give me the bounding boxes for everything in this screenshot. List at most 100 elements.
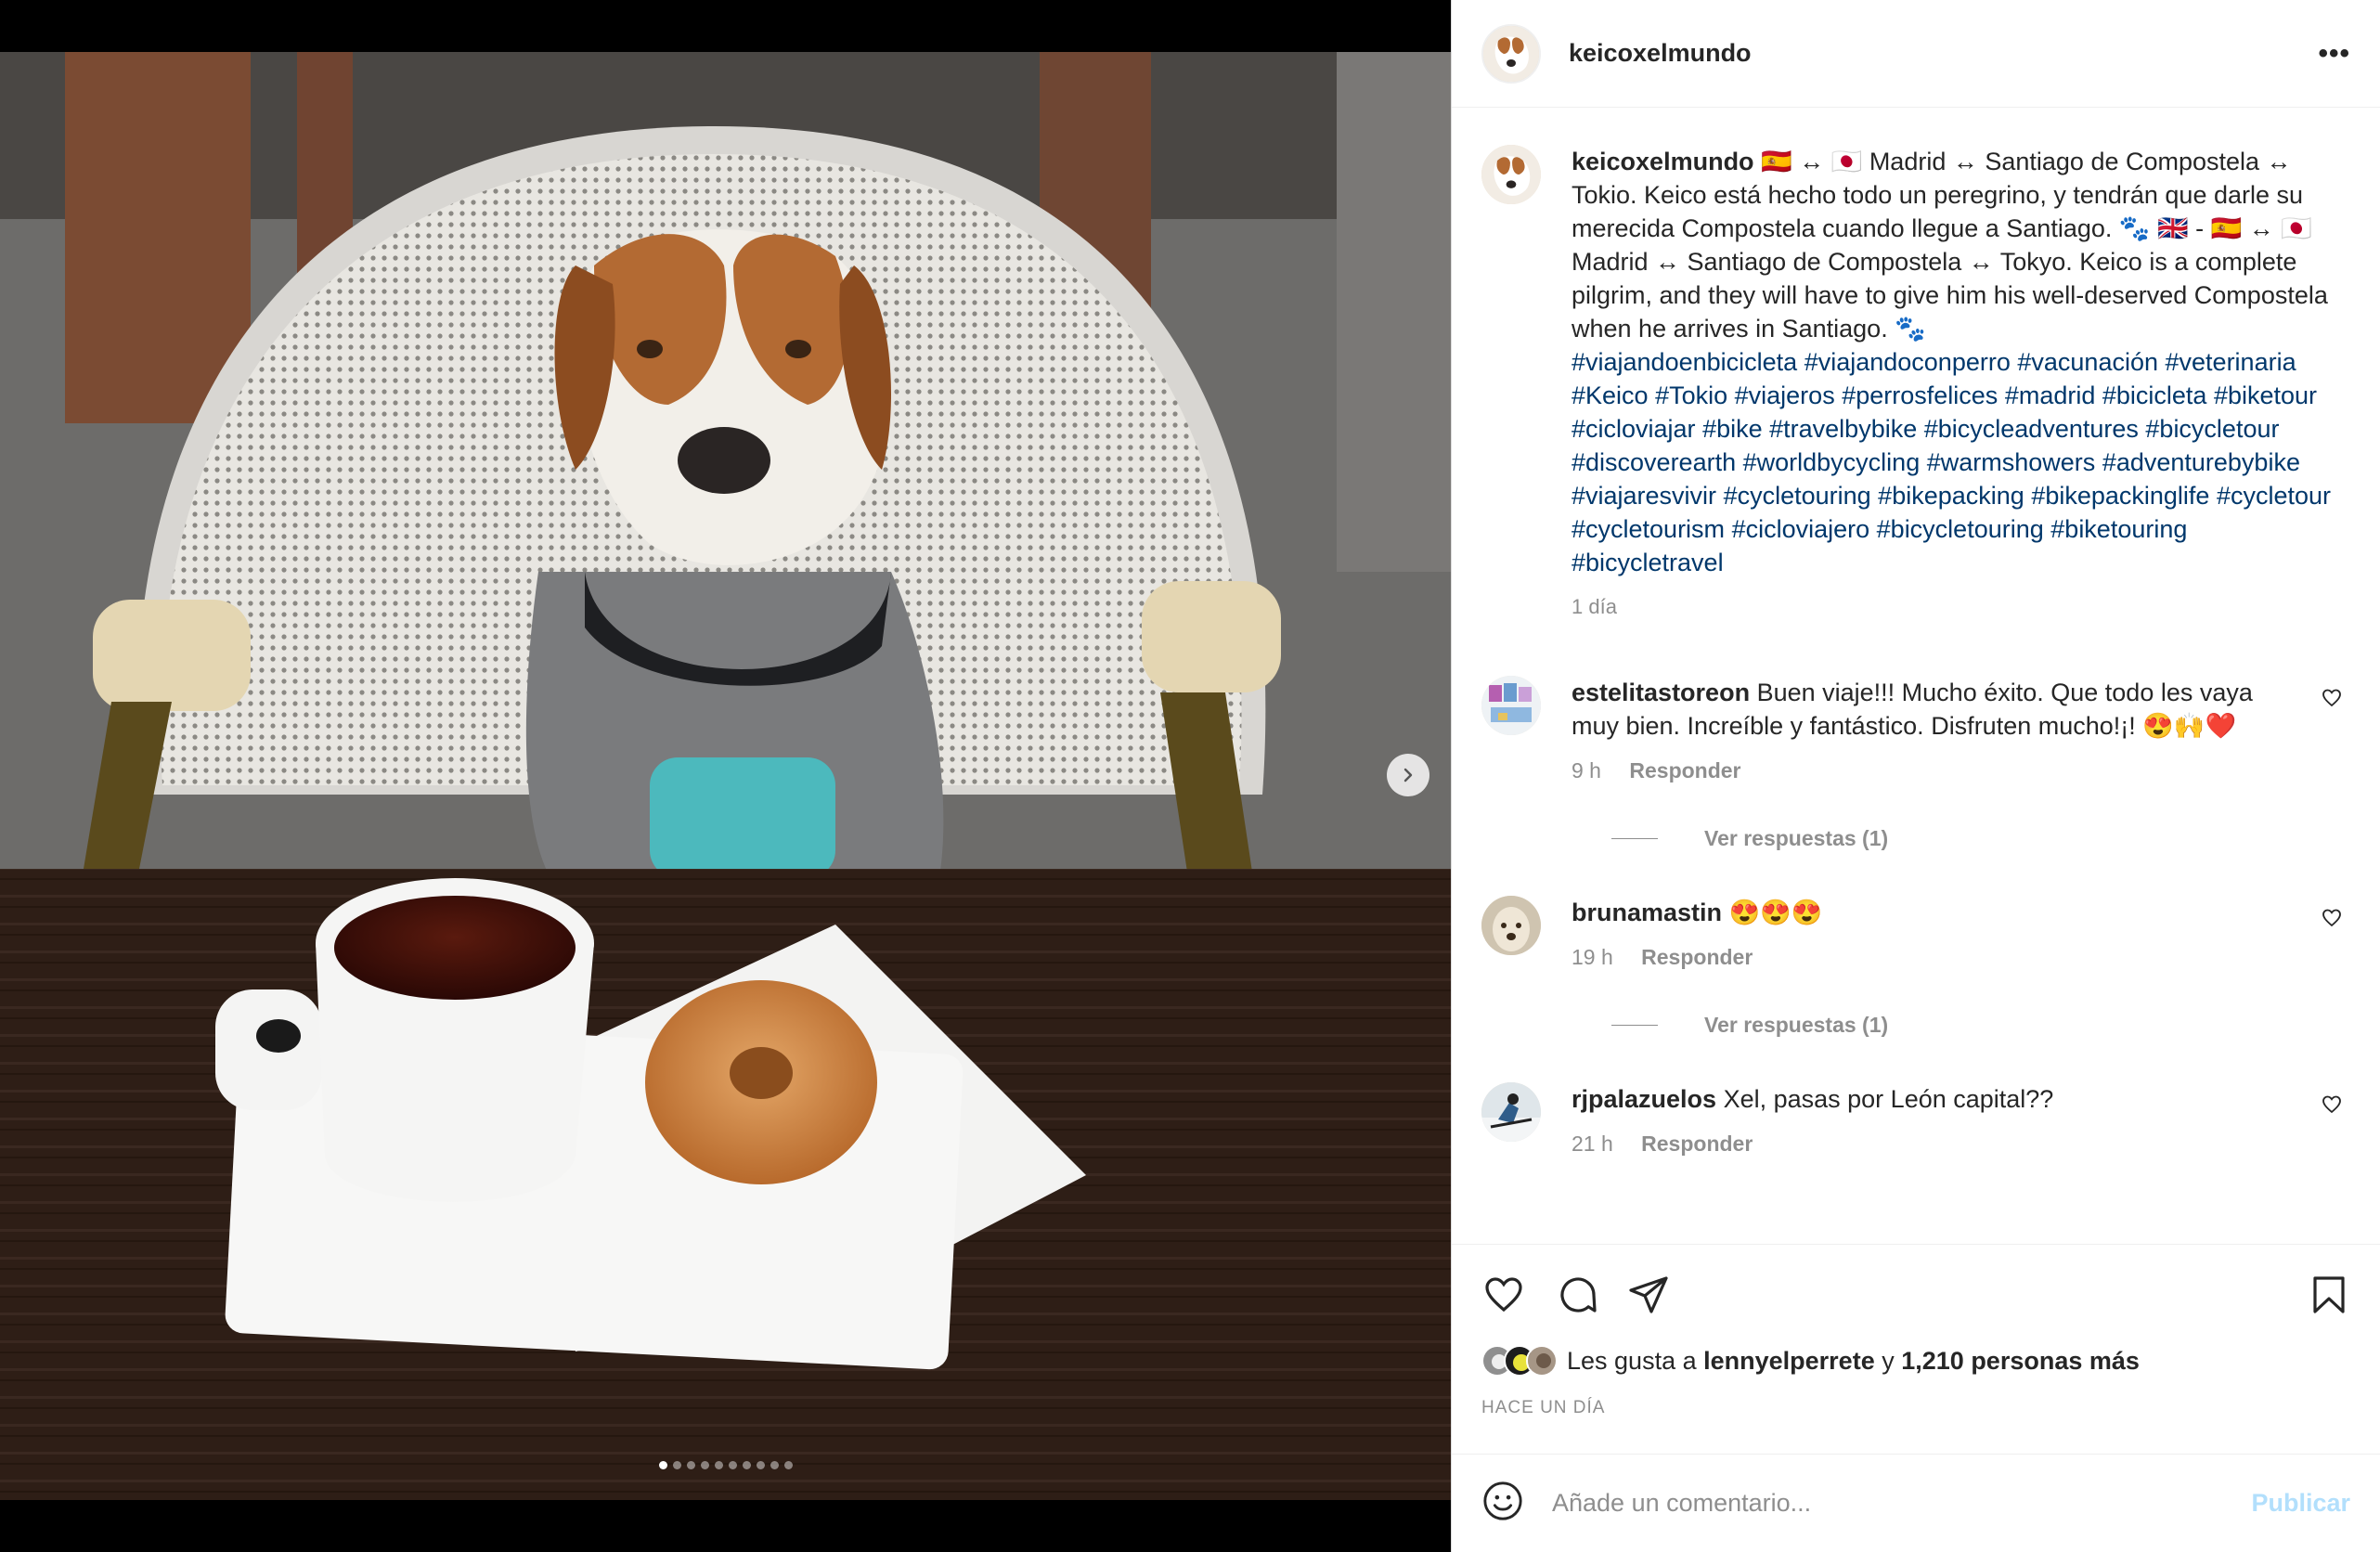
hashtag-link[interactable]: #cycletour (2217, 482, 2331, 510)
view-replies-label: Ver respuestas (1) (1704, 1013, 1889, 1037)
commenter-avatar[interactable] (1481, 896, 1541, 955)
liker-username[interactable]: lennyelperrete (1703, 1347, 1875, 1375)
hashtag-link[interactable]: #worldbycycling (1743, 448, 1921, 476)
reply-button[interactable]: Responder (1641, 1132, 1753, 1156)
share-button[interactable] (1626, 1273, 1671, 1322)
hashtag-link[interactable]: #Tokio (1655, 382, 1727, 409)
dog-avatar-image (1483, 25, 1539, 82)
carousel-indicator (0, 1461, 1451, 1469)
hashtag-link[interactable]: #madrid (2005, 382, 2096, 409)
liker-avatar (1526, 1345, 1558, 1377)
comment-button[interactable] (1556, 1273, 1600, 1322)
comment-body: rjpalazuelos Xel, pasas por León capital… (1572, 1082, 2305, 1160)
more-options-button[interactable]: ••• (2318, 39, 2350, 68)
comment-username[interactable]: estelitastoreon (1572, 679, 1750, 706)
likes-prefix: Les gusta a (1567, 1346, 1697, 1375)
author-username[interactable]: keicoxelmundo (1569, 39, 1752, 68)
comment-username[interactable]: rjpalazuelos (1572, 1085, 1716, 1113)
emoji-icon (1483, 1481, 1522, 1520)
hashtag-link[interactable]: #adventurebybike (2102, 448, 2300, 476)
hashtag-link[interactable]: #cicloviajero (1732, 515, 1870, 543)
carousel-dot (728, 1461, 737, 1469)
author-avatar[interactable] (1481, 23, 1541, 84)
publish-button[interactable]: Publicar (2251, 1489, 2350, 1518)
comment-input[interactable] (1552, 1489, 2220, 1518)
carousel-dot (658, 1461, 667, 1469)
like-button[interactable] (1481, 1273, 1526, 1322)
post-actions: Les gusta a lennyelperrete y 1,210 perso… (1452, 1244, 2380, 1454)
comment-body: estelitastoreon Buen viaje!!! Mucho éxit… (1572, 676, 2305, 787)
hashtag-link[interactable]: #bicycletouring (1877, 515, 2044, 543)
hashtag-link[interactable]: #perrosfelices (1842, 382, 1998, 409)
hashtag-link[interactable]: #cycletourism (1572, 515, 1725, 543)
hashtag-link[interactable]: #bicycletour (2145, 415, 2279, 443)
hashtag-link[interactable]: #viajaresvivir (1572, 482, 1716, 510)
hashtag-link[interactable]: #bicycleadventures (1924, 415, 2139, 443)
view-replies-button[interactable]: Ver respuestas (1) (1611, 826, 2350, 851)
emoji-button[interactable] (1481, 1480, 1524, 1527)
hashtag-link[interactable]: #cycletouring (1724, 482, 1871, 510)
carousel-dot (756, 1461, 765, 1469)
hashtag-link[interactable]: #discoverearth (1572, 448, 1736, 476)
view-replies-label: Ver respuestas (1) (1704, 826, 1889, 850)
commenter-avatar[interactable] (1481, 676, 1541, 735)
comment-meta: 19 h Responder (1572, 940, 2305, 974)
hashtag-link[interactable]: #bikepacking (1878, 482, 2024, 510)
carousel-dot (714, 1461, 723, 1469)
comment-like-button[interactable] (2321, 1093, 2343, 1120)
hashtag-link[interactable]: #biketouring (2050, 515, 2187, 543)
carousel-dot (783, 1461, 793, 1469)
save-button[interactable] (2307, 1273, 2351, 1322)
heart-icon (2322, 689, 2341, 707)
hashtag-link[interactable]: #travelbybike (1769, 415, 1917, 443)
post-header: keicoxelmundo ••• (1452, 0, 2380, 108)
hashtag-link[interactable]: #viajandoconperro (1804, 348, 2011, 376)
commenter-avatar[interactable] (1481, 1082, 1541, 1142)
likes-joiner: y (1882, 1346, 1895, 1375)
hashtag-link[interactable]: #veterinaria (2166, 348, 2296, 376)
comment-text: 😍😍😍 (1728, 899, 1823, 926)
hashtag-link[interactable]: #viajeros (1735, 382, 1835, 409)
divider-line (1611, 838, 1658, 839)
bookmark-icon (2313, 1276, 2345, 1313)
carousel-next-button[interactable] (1387, 754, 1429, 796)
comment-item: rjpalazuelos Xel, pasas por León capital… (1481, 1082, 2350, 1160)
caption-avatar[interactable] (1481, 145, 1541, 204)
view-replies-button[interactable]: Ver respuestas (1) (1611, 1013, 2350, 1038)
comment-like-button[interactable] (2321, 687, 2343, 714)
add-comment-bar: Publicar (1452, 1454, 2380, 1552)
carousel-dot (672, 1461, 681, 1469)
reply-button[interactable]: Responder (1629, 758, 1740, 782)
hashtag-link[interactable]: #viajandoenbicicleta (1572, 348, 1797, 376)
skier-avatar-image (1481, 1082, 1541, 1142)
carousel-dot (742, 1461, 751, 1469)
post-date[interactable]: HACE UN DÍA (1481, 1398, 1605, 1418)
comment-body: brunamastin 😍😍😍 19 h Responder (1572, 896, 2305, 974)
post-panel: keicoxelmundo ••• keicoxelmundo 🇪🇸 ↔ 🇯🇵 … (1451, 0, 2380, 1552)
dog-cafe-photo (0, 52, 1451, 1500)
reply-button[interactable]: Responder (1641, 945, 1753, 969)
hashtag-link[interactable]: #vacunación (2017, 348, 2158, 376)
comment-time: 9 h (1572, 758, 1601, 782)
carousel-dot (686, 1461, 695, 1469)
comment-like-button[interactable] (2321, 907, 2343, 934)
hashtag-link[interactable]: #bike (1702, 415, 1763, 443)
hashtag-link[interactable]: #warmshowers (1927, 448, 2096, 476)
comment-text: Xel, pasas por León capital?? (1723, 1085, 2054, 1113)
comment-username[interactable]: brunamastin (1572, 899, 1722, 926)
comment-time: 19 h (1572, 945, 1613, 969)
hashtag-link[interactable]: #bicicleta (2102, 382, 2207, 409)
likes-count-button[interactable]: 1,210 personas más (1901, 1347, 2140, 1375)
hashtag-link[interactable]: #Keico (1572, 382, 1649, 409)
hashtag-link[interactable]: #cicloviajar (1572, 415, 1696, 443)
hashtag-link[interactable]: #biketour (2214, 382, 2317, 409)
heart-icon (1485, 1277, 1522, 1313)
carousel-dot (700, 1461, 709, 1469)
comment-meta: 21 h Responder (1572, 1127, 2305, 1160)
likes-text: Les gusta a lennyelperrete y 1,210 perso… (1567, 1347, 2140, 1376)
comment-item: estelitastoreon Buen viaje!!! Mucho éxit… (1481, 676, 2350, 787)
hashtag-link[interactable]: #bicycletravel (1572, 549, 1724, 576)
caption-username[interactable]: keicoxelmundo (1572, 148, 1754, 175)
hashtag-link[interactable]: #bikepackinglife (2031, 482, 2209, 510)
dog-avatar-image (1481, 896, 1541, 955)
